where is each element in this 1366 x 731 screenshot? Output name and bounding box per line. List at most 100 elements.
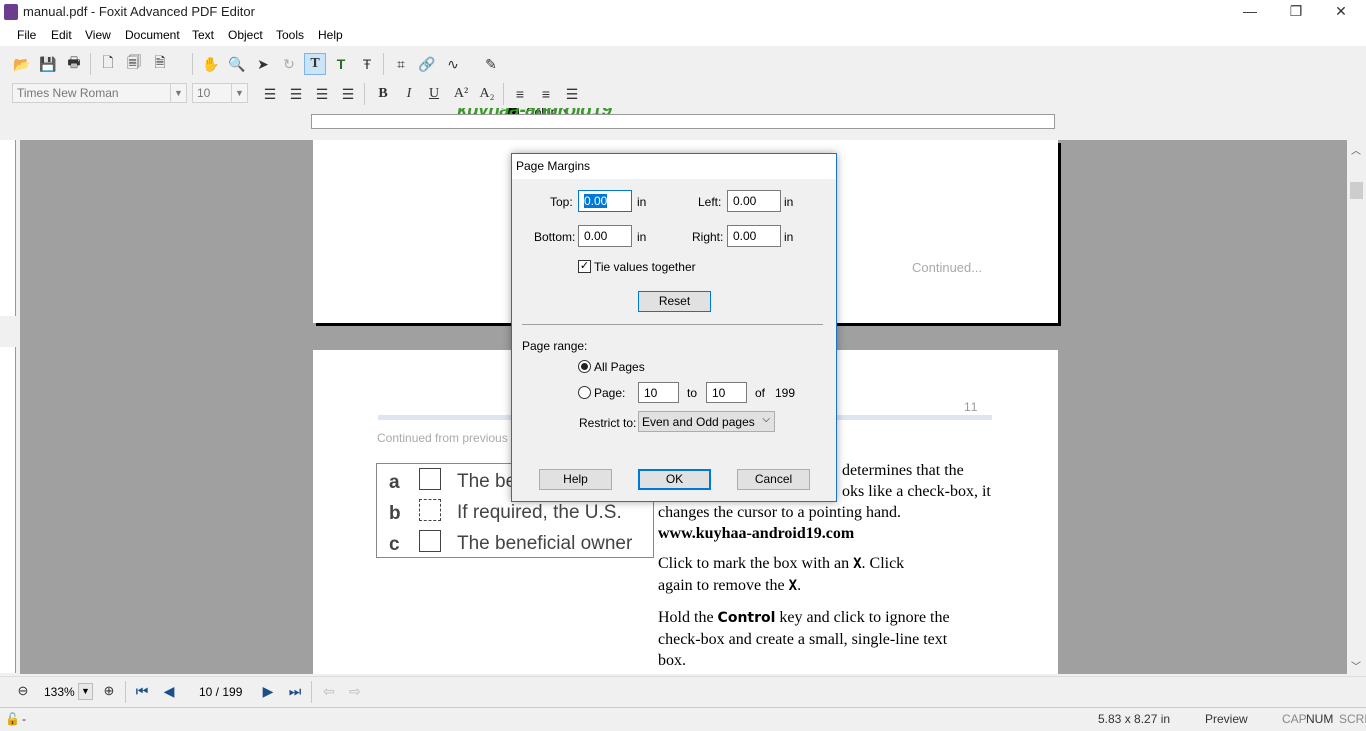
reset-button[interactable]: Reset	[638, 291, 711, 312]
pen-icon[interactable]: ✎	[480, 53, 502, 75]
form-checkbox[interactable]	[419, 530, 441, 552]
paragraph-spacing-icon[interactable]: ≡	[535, 83, 557, 105]
menu-tools[interactable]: Tools	[276, 28, 304, 42]
previous-page-icon[interactable]: ◀	[158, 680, 180, 702]
align-center-icon[interactable]: ☰	[285, 83, 307, 105]
scroll-down-icon[interactable]: ﹀	[1351, 658, 1361, 673]
line-spacing-icon[interactable]: ≡	[509, 83, 531, 105]
print-icon[interactable]: 🖶	[63, 53, 85, 75]
page-indicator[interactable]: 10 / 199	[199, 685, 242, 699]
menu-text[interactable]: Text	[192, 28, 214, 42]
zoom-tool-icon[interactable]: 🔍	[226, 53, 248, 75]
save-icon[interactable]: 💾	[37, 53, 59, 75]
font-value: Times New Roman	[17, 86, 119, 100]
to-label: to	[687, 386, 698, 400]
underline-icon[interactable]: U	[423, 83, 445, 105]
tie-values-label[interactable]: Tie values together	[594, 260, 696, 274]
align-right-icon[interactable]: ☰	[311, 83, 333, 105]
menu-view[interactable]: View	[85, 28, 111, 42]
text-format-icon[interactable]: Ŧ	[356, 53, 378, 75]
rotate-icon[interactable]: ↻	[278, 53, 300, 75]
text-line: changes the cursor to a pointing hand.	[658, 504, 902, 521]
page-margins-dialog: Page Margins Top: 0.00 in Left: 0.00 in …	[511, 153, 837, 502]
chevron-down-icon: ▼	[231, 84, 247, 102]
menu-object[interactable]: Object	[228, 28, 263, 42]
all-pages-label[interactable]: All Pages	[594, 360, 645, 374]
tie-values-checkbox[interactable]: ✓	[578, 260, 591, 273]
text-box-icon[interactable]: T	[330, 53, 352, 75]
restrict-select[interactable]: Even and Odd pages ⌵	[638, 411, 775, 432]
open-icon[interactable]: 📂	[11, 53, 33, 75]
select-arrow-icon[interactable]: ➤	[252, 53, 274, 75]
align-left-icon[interactable]: ☰	[259, 83, 281, 105]
back-icon[interactable]: ⇦	[318, 680, 340, 702]
scrl-indicator: SCRL	[1339, 712, 1366, 726]
help-button[interactable]: Help	[539, 469, 612, 490]
zoom-in-icon[interactable]: ⊕	[98, 680, 120, 702]
minimize-button[interactable]: —	[1227, 0, 1273, 24]
next-page-icon[interactable]: ▶	[257, 680, 279, 702]
crop-icon[interactable]: ⌗	[390, 53, 412, 75]
size-combo[interactable]: 10 ▼	[192, 83, 248, 103]
zoom-value[interactable]: 133%	[44, 685, 75, 699]
first-page-icon[interactable]: ⏮	[131, 680, 153, 702]
dialog-titlebar: Page Margins	[512, 154, 836, 179]
top-margin-input[interactable]: 0.00	[578, 190, 632, 212]
hand-tool-icon[interactable]: ✋	[200, 53, 222, 75]
key-name: Control	[717, 610, 776, 626]
text-span: key and click to ignore the	[775, 609, 950, 626]
vertical-ruler	[0, 140, 16, 316]
italic-icon[interactable]: I	[398, 83, 420, 105]
cancel-button[interactable]: Cancel	[737, 469, 810, 490]
right-label: Right:	[692, 230, 724, 244]
form-checkbox[interactable]	[419, 499, 441, 521]
right-margin-input[interactable]: 0.00	[727, 225, 781, 247]
unit-label: in	[784, 230, 794, 244]
menu-help[interactable]: Help	[318, 28, 343, 42]
subscript-icon[interactable]: A₂	[476, 83, 498, 105]
bottom-margin-input[interactable]: 0.00	[578, 225, 632, 247]
chevron-down-icon[interactable]: ▼	[78, 683, 93, 700]
navigation-bar: ⊖ 133% ▼ ⊕ ⏮ ◀ 10 / 199 ▶ ⏭ ⇦ ⇨	[0, 676, 1366, 706]
num-indicator: NUM	[1306, 712, 1334, 726]
ok-button[interactable]: OK	[638, 469, 711, 490]
justify-icon[interactable]: ☰	[337, 83, 359, 105]
page-dropdown-icon[interactable]: 🗎	[149, 53, 171, 75]
restore-button[interactable]: ❐	[1273, 0, 1319, 24]
left-margin-input[interactable]: 0.00	[727, 190, 781, 212]
menu-edit[interactable]: Edit	[51, 28, 72, 42]
restrict-value: Even and Odd pages	[642, 415, 755, 429]
vertical-scrollbar[interactable]: ︿ ﹀	[1347, 140, 1366, 674]
zoom-out-icon[interactable]: ⊖	[12, 680, 34, 702]
lock-status: -	[22, 712, 26, 726]
page-number: 11	[964, 400, 979, 414]
scroll-up-icon[interactable]: ︿	[1351, 142, 1361, 157]
page-radio-label[interactable]: Page:	[594, 386, 625, 400]
bold-icon[interactable]: B	[372, 83, 394, 105]
menu-file[interactable]: File	[17, 28, 36, 42]
scroll-thumb[interactable]	[1350, 182, 1363, 199]
last-page-icon[interactable]: ⏭	[284, 680, 306, 702]
superscript-icon[interactable]: A²	[450, 83, 472, 105]
menu-document[interactable]: Document	[125, 28, 180, 42]
page-to-input[interactable]: 10	[706, 382, 747, 403]
text-tool-icon[interactable]: T	[304, 53, 326, 75]
draw-icon[interactable]: ∿	[442, 53, 464, 75]
x-mark: X	[853, 556, 862, 572]
title-bar: manual.pdf - Foxit Advanced PDF Editor —…	[0, 0, 1366, 24]
all-pages-radio[interactable]	[578, 360, 591, 373]
close-button[interactable]: ✕	[1318, 0, 1364, 24]
page-total: 199	[775, 386, 796, 400]
indent-icon[interactable]: ☰	[561, 83, 583, 105]
page-icon[interactable]: 🗋	[97, 53, 119, 75]
forward-icon[interactable]: ⇨	[344, 680, 366, 702]
pages-icon[interactable]: 🗐	[123, 53, 145, 75]
link-icon[interactable]: 🔗	[416, 53, 438, 75]
page-size: 5.83 x 8.27 in	[1098, 712, 1171, 726]
form-checkbox[interactable]	[419, 468, 441, 490]
page-from-input[interactable]: 10	[638, 382, 679, 403]
mode: Preview	[1205, 712, 1248, 726]
toolbar-separator	[125, 681, 126, 703]
page-radio[interactable]	[578, 386, 591, 399]
font-combo[interactable]: Times New Roman ▼	[12, 83, 187, 103]
